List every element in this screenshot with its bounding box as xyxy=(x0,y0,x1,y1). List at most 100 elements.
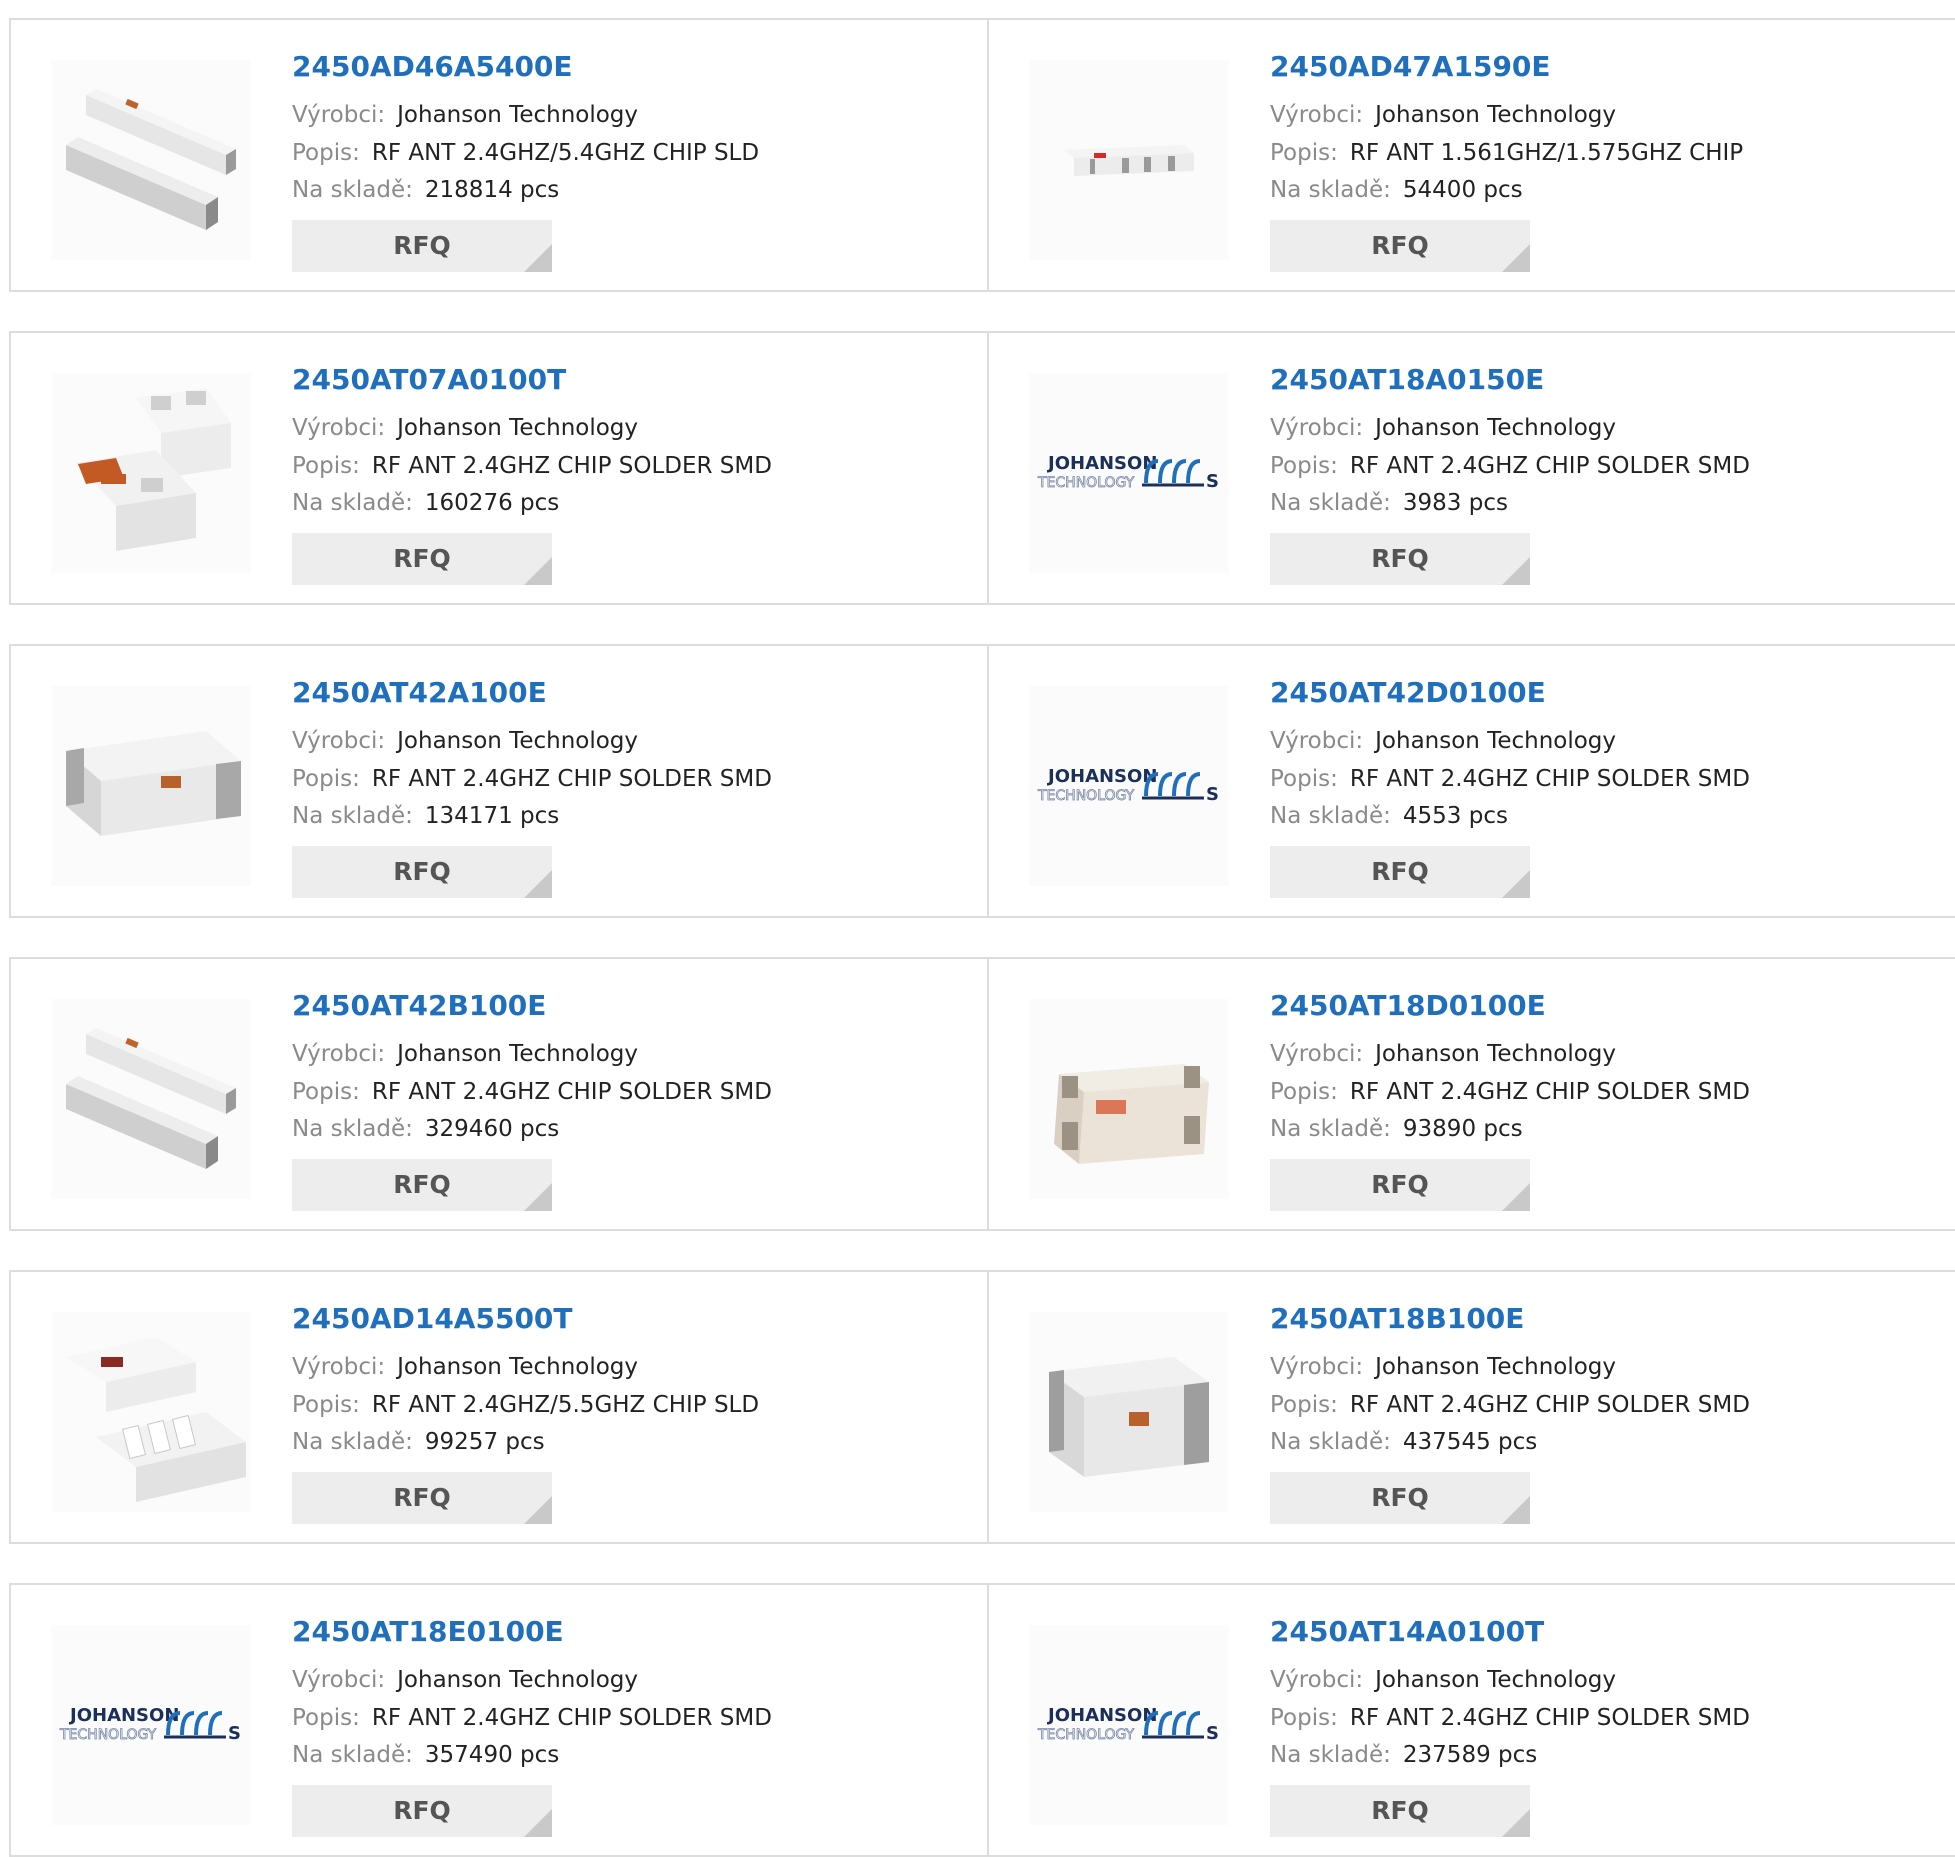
description-label: Popis: xyxy=(292,1705,360,1731)
stock-row: Na skladě: 99257 pcs xyxy=(292,1429,545,1455)
chip-antenna-image xyxy=(66,731,241,836)
product-card: 2450AD14A5500T Výrobci: Johanson Technolo… xyxy=(11,1272,987,1542)
product-image[interactable]: JOHANSON TECHNOLOGY S xyxy=(1029,686,1229,886)
description-row: Popis: RF ANT 2.4GHZ CHIP SOLDER SMD xyxy=(1270,766,1750,792)
product-card: 2450AD47A1590E Výrobci: Johanson Technolo… xyxy=(987,20,1955,290)
chip-antenna-image xyxy=(66,1028,236,1169)
product-card: 2450AT18B100E Výrobci: Johanson Technolog… xyxy=(987,1272,1955,1542)
chip-antenna-image xyxy=(1049,1357,1209,1477)
product-card: JOHANSON TECHNOLOGY S 2450AT14A0100T Výrob… xyxy=(987,1585,1955,1855)
product-image[interactable] xyxy=(51,999,251,1199)
rfq-label: RFQ xyxy=(393,544,451,573)
rfq-label: RFQ xyxy=(393,231,451,260)
description-label: Popis: xyxy=(1270,766,1338,792)
manufacturer-value: Johanson Technology xyxy=(397,728,639,754)
product-image[interactable] xyxy=(1029,60,1229,260)
svg-text:TECHNOLOGY: TECHNOLOGY xyxy=(1037,475,1135,491)
product-image[interactable] xyxy=(1029,999,1229,1199)
rfq-button[interactable]: RFQ xyxy=(1270,1159,1530,1211)
description-row: Popis: RF ANT 2.4GHZ CHIP SOLDER SMD xyxy=(292,453,772,479)
description-value: RF ANT 2.4GHZ CHIP SOLDER SMD xyxy=(1349,1705,1750,1731)
manufacturer-value: Johanson Technology xyxy=(397,1041,639,1067)
johanson-logo: JOHANSONTECHNOLOGY S xyxy=(1037,766,1219,805)
part-number-link[interactable]: 2450AT18D0100E xyxy=(1270,989,1546,1022)
stock-row: Na skladě: 357490 pcs xyxy=(292,1742,559,1768)
stock-value: 437545 pcs xyxy=(1402,1429,1538,1455)
product-image[interactable]: JOHANSON TECHNOLOGY S xyxy=(1029,373,1229,573)
manufacturer-row: Výrobci: Johanson Technology xyxy=(292,1354,638,1380)
manufacturer-label: Výrobci: xyxy=(292,1667,386,1693)
manufacturer-value: Johanson Technology xyxy=(1375,1041,1617,1067)
product-image[interactable] xyxy=(51,686,251,886)
rfq-button[interactable]: RFQ xyxy=(292,846,552,898)
description-row: Popis: RF ANT 2.4GHZ CHIP SOLDER SMD xyxy=(1270,1079,1750,1105)
rfq-button[interactable]: RFQ xyxy=(292,220,552,272)
part-number-link[interactable]: 2450AT18E0100E xyxy=(292,1615,564,1648)
product-card: 2450AT42A100E Výrobci: Johanson Technolog… xyxy=(11,646,987,916)
description-row: Popis: RF ANT 2.4GHZ/5.5GHZ CHIP SLD xyxy=(292,1392,759,1418)
manufacturer-label: Výrobci: xyxy=(1270,1667,1364,1693)
manufacturer-value: Johanson Technology xyxy=(1375,415,1617,441)
description-value: RF ANT 2.4GHZ/5.5GHZ CHIP SLD xyxy=(371,1392,760,1418)
description-label: Popis: xyxy=(292,1392,360,1418)
rfq-label: RFQ xyxy=(393,1170,451,1199)
product-card: JOHANSON TECHNOLOGY S 2450AT18A0150E Výrob… xyxy=(987,333,1955,603)
description-row: Popis: RF ANT 2.4GHZ CHIP SOLDER SMD xyxy=(1270,453,1750,479)
product-image[interactable] xyxy=(51,373,251,573)
rfq-button[interactable]: RFQ xyxy=(1270,1785,1530,1837)
part-number-link[interactable]: 2450AD46A5400E xyxy=(292,50,573,83)
rfq-button[interactable]: RFQ xyxy=(292,1472,552,1524)
product-image[interactable]: JOHANSON TECHNOLOGY S xyxy=(1029,1625,1229,1825)
description-row: Popis: RF ANT 2.4GHZ/5.4GHZ CHIP SLD xyxy=(292,140,759,166)
corner-triangle-icon xyxy=(1502,1496,1530,1524)
part-number-link[interactable]: 2450AT18B100E xyxy=(1270,1302,1524,1335)
svg-text:JOHANSON: JOHANSON xyxy=(68,1705,179,1726)
part-number-link[interactable]: 2450AT14A0100T xyxy=(1270,1615,1544,1648)
rfq-button[interactable]: RFQ xyxy=(292,533,552,585)
product-image[interactable] xyxy=(51,60,251,260)
rfq-button[interactable]: RFQ xyxy=(1270,1472,1530,1524)
corner-triangle-icon xyxy=(524,870,552,898)
product-card: JOHANSON TECHNOLOGY S 2450AT42D0100E Výrob… xyxy=(987,646,1955,916)
part-number-link[interactable]: 2450AD14A5500T xyxy=(292,1302,573,1335)
corner-triangle-icon xyxy=(524,1183,552,1211)
rfq-label: RFQ xyxy=(393,857,451,886)
stock-label: Na skladě: xyxy=(1270,177,1391,203)
corner-triangle-icon xyxy=(1502,870,1530,898)
part-number-link[interactable]: 2450AT18A0150E xyxy=(1270,363,1544,396)
manufacturer-label: Výrobci: xyxy=(1270,102,1364,128)
svg-text:JOHANSON: JOHANSON xyxy=(1046,453,1157,474)
svg-text:S: S xyxy=(1206,471,1219,492)
manufacturer-value: Johanson Technology xyxy=(1375,1667,1617,1693)
manufacturer-value: Johanson Technology xyxy=(1375,102,1617,128)
part-number-link[interactable]: 2450AT42B100E xyxy=(292,989,546,1022)
stock-row: Na skladě: 218814 pcs xyxy=(292,177,559,203)
manufacturer-label: Výrobci: xyxy=(292,102,386,128)
part-number-link[interactable]: 2450AT07A0100T xyxy=(292,363,566,396)
product-card: JOHANSON TECHNOLOGY S 2450AT18E0100E Výrob… xyxy=(11,1585,987,1855)
rfq-button[interactable]: RFQ xyxy=(292,1159,552,1211)
stock-label: Na skladě: xyxy=(1270,1429,1391,1455)
manufacturer-label: Výrobci: xyxy=(1270,415,1364,441)
description-row: Popis: RF ANT 2.4GHZ CHIP SOLDER SMD xyxy=(1270,1705,1750,1731)
description-label: Popis: xyxy=(1270,140,1338,166)
manufacturer-value: Johanson Technology xyxy=(397,415,639,441)
description-row: Popis: RF ANT 2.4GHZ CHIP SOLDER SMD xyxy=(292,1705,772,1731)
product-image[interactable]: JOHANSON TECHNOLOGY S xyxy=(51,1625,251,1825)
stock-label: Na skladě: xyxy=(1270,490,1391,516)
description-row: Popis: RF ANT 2.4GHZ CHIP SOLDER SMD xyxy=(292,1079,772,1105)
part-number-link[interactable]: 2450AT42A100E xyxy=(292,676,547,709)
product-image[interactable] xyxy=(51,1312,251,1512)
part-number-link[interactable]: 2450AD47A1590E xyxy=(1270,50,1551,83)
manufacturer-row: Výrobci: Johanson Technology xyxy=(1270,1041,1616,1067)
rfq-button[interactable]: RFQ xyxy=(1270,533,1530,585)
product-image[interactable] xyxy=(1029,1312,1229,1512)
description-label: Popis: xyxy=(1270,453,1338,479)
description-value: RF ANT 2.4GHZ/5.4GHZ CHIP SLD xyxy=(371,140,760,166)
rfq-button[interactable]: RFQ xyxy=(1270,846,1530,898)
manufacturer-label: Výrobci: xyxy=(1270,1041,1364,1067)
rfq-button[interactable]: RFQ xyxy=(1270,220,1530,272)
manufacturer-value: Johanson Technology xyxy=(1375,1354,1617,1380)
rfq-button[interactable]: RFQ xyxy=(292,1785,552,1837)
part-number-link[interactable]: 2450AT42D0100E xyxy=(1270,676,1546,709)
